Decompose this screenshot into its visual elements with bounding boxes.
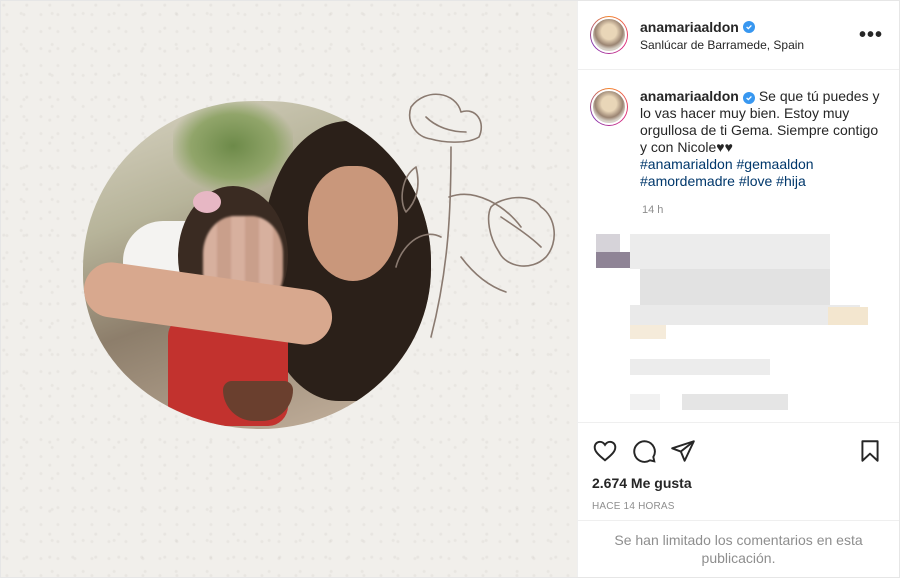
caption-username[interactable]: anamariaaldon [640, 88, 739, 104]
comments-limited-notice: Se han limitado los comentarios en esta … [578, 520, 899, 577]
caption-time[interactable]: 14 h [642, 204, 883, 216]
post-age[interactable]: HACE 14 HORAS [592, 501, 883, 512]
caption-hashtags-2[interactable]: #amordemadre #love #hija [640, 173, 806, 189]
location-link[interactable]: Sanlúcar de Barramede, Spain [640, 38, 804, 52]
post-header: anamariaaldon Sanlúcar de Barramede, Spa… [578, 1, 899, 70]
username[interactable]: anamariaaldon [640, 19, 804, 35]
verified-badge-icon [742, 92, 755, 104]
likes-count[interactable]: 2.674 Me gusta [592, 475, 883, 491]
comments-section: anamariaaldon Se que tú puedes y lo vas h… [578, 70, 899, 422]
verified-badge-icon [742, 20, 755, 33]
instagram-post: anamariaaldon Sanlúcar de Barramede, Spa… [0, 0, 900, 578]
comment-icon[interactable] [631, 438, 657, 464]
avatar[interactable] [591, 17, 627, 53]
post-image[interactable] [1, 1, 577, 577]
share-icon[interactable] [670, 438, 696, 464]
action-bar: 2.674 Me gusta HACE 14 HORAS [578, 422, 899, 520]
icons-row [592, 431, 883, 471]
story-ring[interactable] [590, 16, 628, 54]
photo-mother-daughter [83, 101, 431, 429]
heart-icon[interactable] [592, 438, 618, 464]
bookmark-icon[interactable] [857, 438, 883, 464]
caption-story-ring[interactable] [590, 88, 628, 126]
username-text[interactable]: anamariaaldon [640, 19, 739, 35]
post-side-panel: anamariaaldon Sanlúcar de Barramede, Spa… [577, 1, 899, 577]
user-block: anamariaaldon Sanlúcar de Barramede, Spa… [640, 19, 804, 52]
caption-avatar[interactable] [591, 89, 627, 125]
blurred-comment [590, 234, 883, 414]
flower-line-drawing [395, 93, 555, 338]
more-options-icon[interactable]: ••• [859, 24, 883, 47]
caption: anamariaaldon Se que tú puedes y lo vas h… [640, 88, 883, 190]
caption-hashtags-1[interactable]: #anamarialdon #gemaaldon [640, 156, 814, 172]
caption-row: anamariaaldon Se que tú puedes y lo vas h… [590, 88, 883, 190]
